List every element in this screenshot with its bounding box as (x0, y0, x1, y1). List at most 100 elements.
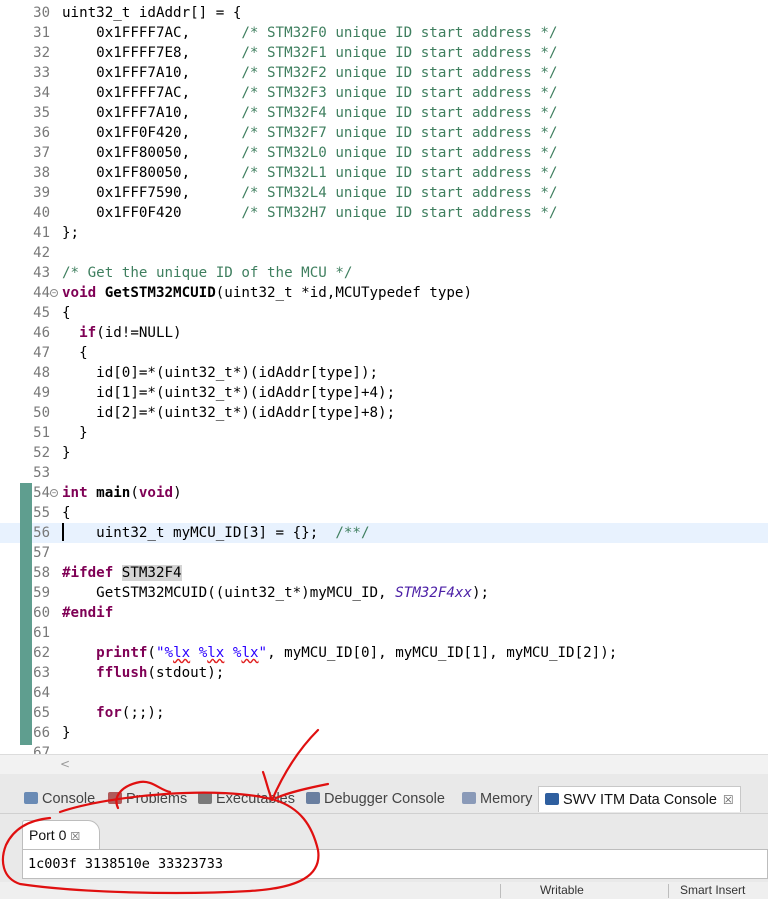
tab-label: SWV ITM Data Console (563, 792, 717, 808)
code-line[interactable]: 48 id[0]=*(uint32_t*)(idAddr[type]); (0, 363, 768, 383)
code-token: 0x1FF80050, (62, 165, 242, 181)
code-line[interactable]: 66} (0, 723, 768, 743)
code-line[interactable]: 42 (0, 243, 768, 263)
code-token: lx (173, 645, 191, 661)
code-token: /* STM32F2 unique ID start address */ (241, 65, 558, 81)
code-line[interactable]: 55{ (0, 503, 768, 523)
line-number: 41 (33, 225, 50, 241)
tab-label: Problems (126, 791, 188, 807)
code-token: , myMCU_ID[0], myMCU_ID[1], myMCU_ID[2])… (267, 645, 618, 661)
code-token: uint32_t myMCU_ID[3] = {}; (62, 525, 336, 541)
code-line[interactable]: 53 (0, 463, 768, 483)
code-line[interactable]: 33 0x1FFF7A10, /* STM32F2 unique ID star… (0, 63, 768, 83)
code-text: 0x1FFFF7AC, /* STM32F0 unique ID start a… (62, 23, 557, 43)
code-text: 0x1FFF7590, /* STM32L4 unique ID start a… (62, 183, 557, 203)
scroll-left-icon[interactable]: < (60, 757, 70, 771)
line-number: 38 (33, 165, 50, 181)
tab-executables[interactable]: Executables (198, 788, 295, 810)
code-line[interactable]: 57 (0, 543, 768, 563)
code-line[interactable]: 39 0x1FFF7590, /* STM32L4 unique ID star… (0, 183, 768, 203)
line-number: 43 (33, 265, 50, 281)
code-text: for(;;); (62, 703, 164, 723)
code-line[interactable]: 31 0x1FFFF7AC, /* STM32F0 unique ID star… (0, 23, 768, 43)
code-line[interactable]: 61 (0, 623, 768, 643)
close-port-tab-icon[interactable]: ☒ (70, 831, 80, 843)
code-line[interactable]: 54− int main(void) (0, 483, 768, 503)
code-token: printf (96, 645, 148, 661)
tab-port-0[interactable]: Port 0 ☒ (22, 820, 100, 850)
line-number: 31 (33, 25, 50, 41)
tab-label: Debugger Console (324, 791, 445, 807)
code-line[interactable]: 62 printf("%lx %lx %lx", myMCU_ID[0], my… (0, 643, 768, 663)
line-number: 52 (33, 445, 50, 461)
code-line[interactable]: 58 #ifdef STM32F4 (0, 563, 768, 583)
code-text: 0x1FF0F420, /* STM32F7 unique ID start a… (62, 123, 557, 143)
line-number: 46 (33, 325, 50, 341)
code-token: if (79, 325, 97, 341)
tab-memory[interactable]: Memory (462, 788, 532, 810)
line-number: 33 (33, 65, 50, 81)
code-token: void (138, 485, 174, 501)
code-line[interactable]: 45 { (0, 303, 768, 323)
code-text: { (62, 503, 71, 523)
code-line[interactable]: 30 uint32_t idAddr[] = { (0, 3, 768, 23)
code-line[interactable]: 65 for(;;); (0, 703, 768, 723)
code-token: /* STM32L1 unique ID start address */ (241, 165, 558, 181)
horizontal-scrollbar[interactable]: < (0, 754, 768, 774)
code-token: % (190, 645, 208, 661)
fold-toggle-icon[interactable]: − (50, 289, 58, 297)
fold-toggle-icon[interactable]: − (50, 489, 58, 497)
console-output[interactable]: 1c003f 3138510e 33323733 (22, 849, 768, 879)
bottom-view-tabbar: Console Problems Executables Debugger Conso… (0, 774, 768, 814)
code-line[interactable]: 59 GetSTM32MCUID((uint32_t*)myMCU_ID, ST… (0, 583, 768, 603)
code-line[interactable]: 46 if(id!=NULL) (0, 323, 768, 343)
code-line[interactable]: 56 uint32_t myMCU_ID[3] = {}; /**/ (0, 523, 768, 543)
code-line[interactable]: 38 0x1FF80050, /* STM32L1 unique ID star… (0, 163, 768, 183)
tab-problems[interactable]: Problems (108, 788, 187, 810)
code-line[interactable]: 32 0x1FFFF7E8, /* STM32F1 unique ID star… (0, 43, 768, 63)
code-line[interactable]: 44− void GetSTM32MCUID(uint32_t *id,MCUTy… (0, 283, 768, 303)
code-editor[interactable]: 30 uint32_t idAddr[] = {31 0x1FFFF7AC, /*… (0, 0, 768, 754)
line-number: 35 (33, 105, 50, 121)
code-text: 0x1FFF7A10, /* STM32F4 unique ID start a… (62, 103, 557, 123)
code-line[interactable]: 52} (0, 443, 768, 463)
tab-console[interactable]: Console (24, 788, 95, 810)
line-number: 53 (33, 465, 50, 481)
code-text: 0x1FF80050, /* STM32L1 unique ID start a… (62, 163, 557, 183)
code-line[interactable]: 43 /* Get the unique ID of the MCU */ (0, 263, 768, 283)
code-line[interactable]: 51 } (0, 423, 768, 443)
code-token: for (96, 705, 122, 721)
tab-debugger-console[interactable]: Debugger Console (306, 788, 445, 810)
code-token: fflush (96, 665, 148, 681)
code-line[interactable]: 37 0x1FF80050, /* STM32L0 unique ID star… (0, 143, 768, 163)
swv-console-panel: Port 0 ☒ 1c003f 3138510e 33323733 Writabl… (0, 814, 768, 899)
code-line[interactable]: 41}; (0, 223, 768, 243)
code-line[interactable]: 60 #endif (0, 603, 768, 623)
status-insert-mode: Smart Insert (680, 883, 746, 897)
code-line[interactable]: 36 0x1FF0F420, /* STM32F7 unique ID star… (0, 123, 768, 143)
code-line[interactable]: 67 (0, 743, 768, 754)
code-line[interactable]: 63 fflush(stdout); (0, 663, 768, 683)
code-token: GetSTM32MCUID((uint32_t*)myMCU_ID, (62, 585, 396, 601)
code-text: #ifdef STM32F4 (62, 563, 182, 583)
executables-icon (198, 792, 212, 804)
line-number: 32 (33, 45, 50, 61)
line-number: 30 (33, 5, 50, 21)
code-line[interactable]: 35 0x1FFF7A10, /* STM32F4 unique ID star… (0, 103, 768, 123)
code-token: 0x1FFFF7AC, (62, 25, 242, 41)
code-text: int main(void) (62, 483, 182, 503)
code-line[interactable]: 47 { (0, 343, 768, 363)
code-line[interactable]: 50 id[2]=*(uint32_t*)(idAddr[type]+8); (0, 403, 768, 423)
tab-swv-itm-data-console[interactable]: SWV ITM Data Console ☒ (538, 786, 741, 812)
code-line[interactable]: 64 (0, 683, 768, 703)
close-tab-icon[interactable]: ☒ (723, 793, 734, 807)
line-number: 49 (33, 385, 50, 401)
code-line[interactable]: 40 0x1FF0F420 /* STM32H7 unique ID start… (0, 203, 768, 223)
line-number: 40 (33, 205, 50, 221)
code-line[interactable]: 34 0x1FFFF7AC, /* STM32F3 unique ID star… (0, 83, 768, 103)
line-number: 37 (33, 145, 50, 161)
code-token: }; (62, 225, 80, 241)
code-line[interactable]: 49 id[1]=*(uint32_t*)(idAddr[type]+4); (0, 383, 768, 403)
